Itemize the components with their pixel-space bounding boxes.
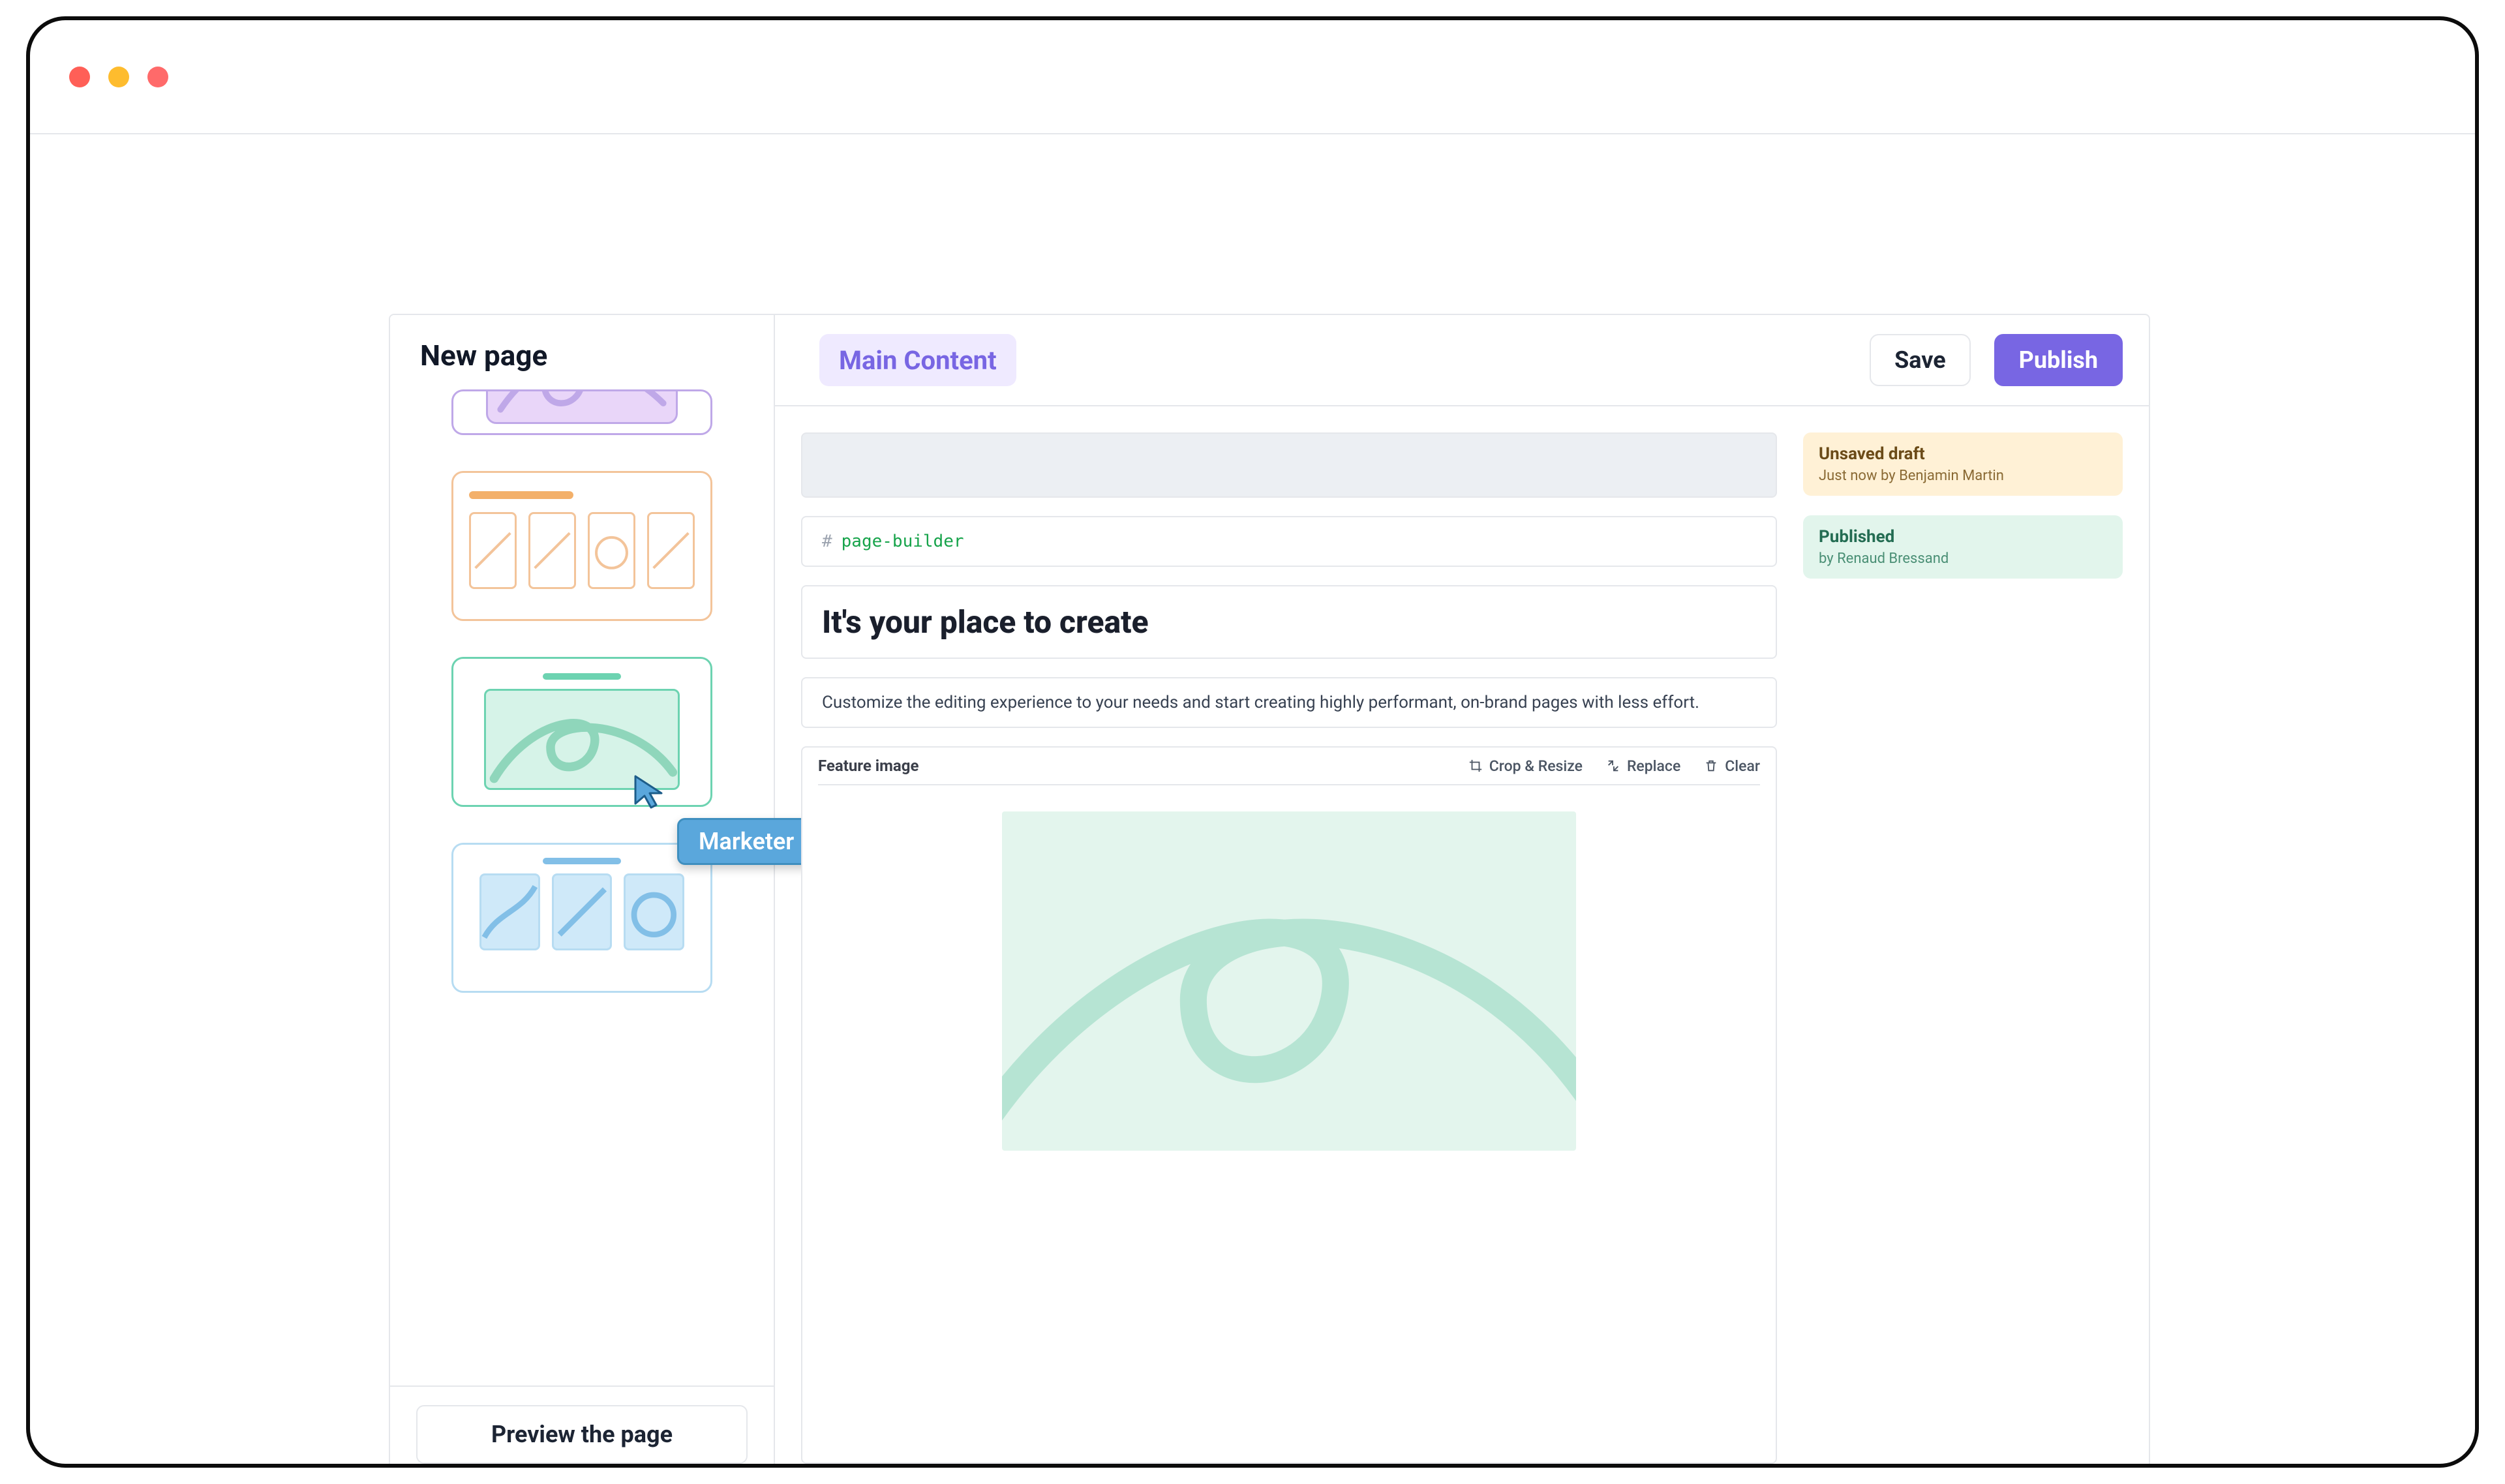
section-thumb-gallery[interactable] <box>451 471 712 621</box>
thumb-card-item <box>552 873 613 950</box>
published-status-card[interactable]: Published by Renaud Bressand <box>1803 515 2123 579</box>
thumb-card-item <box>624 873 684 950</box>
minimize-icon[interactable] <box>108 67 129 87</box>
window-titlebar <box>30 20 2475 134</box>
sidebar-title: New page <box>390 315 774 386</box>
description-value: Customize the editing experience to your… <box>822 693 1699 712</box>
thumb-gallery-item <box>647 512 695 589</box>
editor-placeholder-block[interactable] <box>801 432 1777 498</box>
trash-icon <box>1704 759 1718 773</box>
thumb-gallery-item <box>528 512 576 589</box>
draft-status-card[interactable]: Unsaved draft Just now by Benjamin Marti… <box>1803 432 2123 496</box>
clear-label: Clear <box>1725 757 1760 775</box>
page-builder-app: New page <box>389 314 2150 1464</box>
section-thumb-hero[interactable] <box>451 389 712 435</box>
thumb-cards-row <box>453 873 710 950</box>
squiggle-icon <box>486 691 678 788</box>
editor-column: # page-builder It's your place to create… <box>801 432 1777 1464</box>
preview-button-label: Preview the page <box>491 1421 673 1448</box>
description-field[interactable]: Customize the editing experience to your… <box>801 677 1777 728</box>
feature-image-preview[interactable] <box>818 784 1760 1462</box>
thumb-title-bar <box>543 673 621 680</box>
publish-button[interactable]: Publish <box>1994 334 2123 386</box>
draft-status-subtitle: Just now by Benjamin Martin <box>1819 468 2107 484</box>
feature-image-actions: Crop & Resize Replace Clea <box>1468 757 1760 775</box>
publish-button-label: Publish <box>2019 346 2098 374</box>
browser-window: New page <box>26 16 2479 1468</box>
status-rail: Unsaved draft Just now by Benjamin Marti… <box>1803 432 2123 1464</box>
replace-icon <box>1606 759 1620 773</box>
crop-resize-label: Crop & Resize <box>1489 757 1583 775</box>
save-button[interactable]: Save <box>1870 334 1971 386</box>
crop-icon <box>1468 759 1483 773</box>
slug-prefix: # <box>822 532 832 551</box>
thumb-title-bar <box>469 491 573 499</box>
main-pane: Main Content Save Publish <box>775 315 2149 1464</box>
thumb-gallery-item <box>588 512 635 589</box>
squiggle-icon <box>1002 811 1576 1151</box>
draft-status-title: Unsaved draft <box>1819 444 2107 464</box>
tab-label: Main Content <box>839 345 997 376</box>
title-value: It's your place to create <box>822 603 1149 641</box>
crop-resize-button[interactable]: Crop & Resize <box>1468 757 1583 775</box>
tab-main-content[interactable]: Main Content <box>819 334 1016 386</box>
feature-image-field: Feature image Crop & Resize <box>801 746 1777 1464</box>
squiggle-icon <box>488 389 676 422</box>
thumb-feature-image <box>484 689 680 790</box>
thumb-card-item <box>479 873 540 950</box>
maximize-icon[interactable] <box>147 67 168 87</box>
save-button-label: Save <box>1894 346 1946 374</box>
replace-button[interactable]: Replace <box>1606 757 1680 775</box>
published-status-subtitle: by Renaud Bressand <box>1819 551 2107 567</box>
main-header: Main Content Save Publish <box>775 315 2149 406</box>
thumb-gallery-item <box>469 512 517 589</box>
section-thumbnails: Marketer <box>390 386 774 1386</box>
clear-button[interactable]: Clear <box>1704 757 1760 775</box>
slug-value: page-builder <box>842 532 964 551</box>
replace-label: Replace <box>1627 757 1680 775</box>
feature-image-label: Feature image <box>818 757 918 775</box>
slug-field[interactable]: # page-builder <box>801 516 1777 567</box>
section-thumb-feature[interactable] <box>451 657 712 807</box>
published-status-title: Published <box>1819 527 2107 547</box>
section-thumb-cards[interactable] <box>451 843 712 993</box>
preview-button[interactable]: Preview the page <box>416 1405 748 1464</box>
thumb-hero-preview <box>486 389 678 424</box>
title-field[interactable]: It's your place to create <box>801 585 1777 659</box>
thumb-title-bar <box>543 858 621 864</box>
close-icon[interactable] <box>69 67 90 87</box>
thumb-gallery-row <box>453 512 710 589</box>
window-controls <box>69 67 168 87</box>
sidebar: New page <box>390 315 775 1464</box>
